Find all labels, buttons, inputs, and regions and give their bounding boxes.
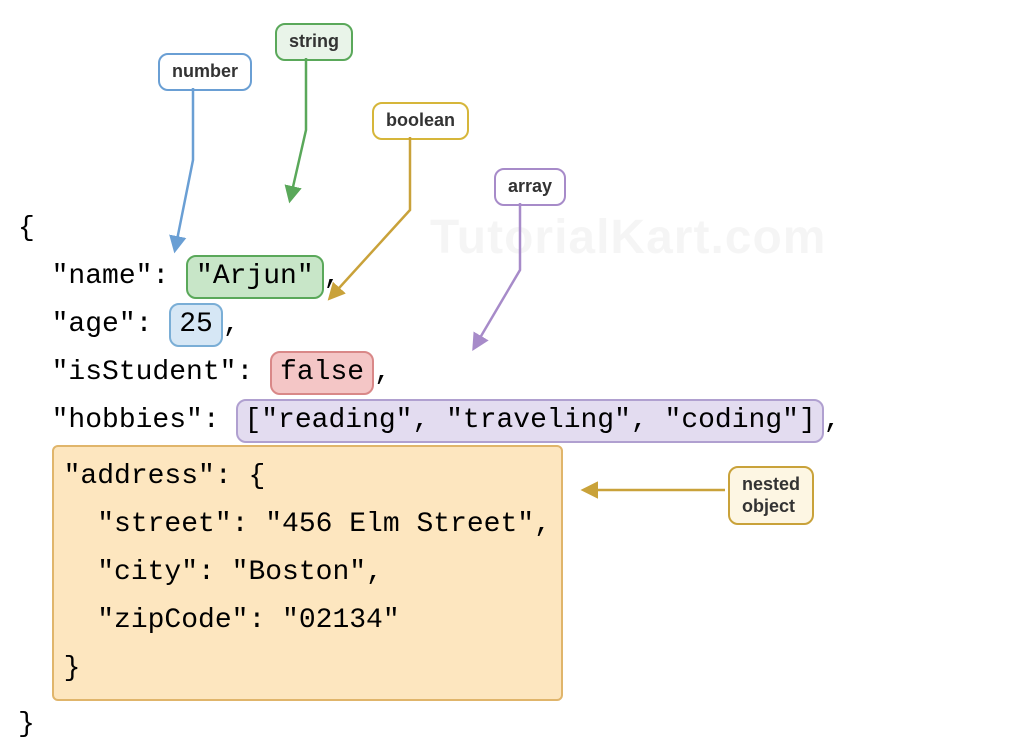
hobbies-value-highlight: ["reading", "traveling", "coding"] — [236, 399, 823, 443]
comma: , — [824, 405, 841, 436]
hobbies-key: "hobbies": — [52, 405, 237, 436]
label-boolean: boolean — [372, 102, 469, 140]
close-brace: } — [18, 709, 35, 740]
address-block-highlight: "address": { "street": "456 Elm Street",… — [52, 445, 563, 701]
label-string: string — [275, 23, 353, 61]
comma: , — [324, 261, 341, 292]
comma: , — [223, 309, 240, 340]
open-brace: { — [18, 213, 35, 244]
name-key: "name": — [52, 261, 186, 292]
name-value-highlight: "Arjun" — [186, 255, 324, 299]
comma: , — [374, 357, 391, 388]
isstudent-key: "isStudent": — [52, 357, 270, 388]
json-code-block: { "name": "Arjun", "age": 25, "isStudent… — [18, 157, 841, 749]
label-number: number — [158, 53, 252, 91]
isstudent-value-highlight: false — [270, 351, 374, 395]
age-value-highlight: 25 — [169, 303, 223, 347]
age-key: "age": — [52, 309, 170, 340]
